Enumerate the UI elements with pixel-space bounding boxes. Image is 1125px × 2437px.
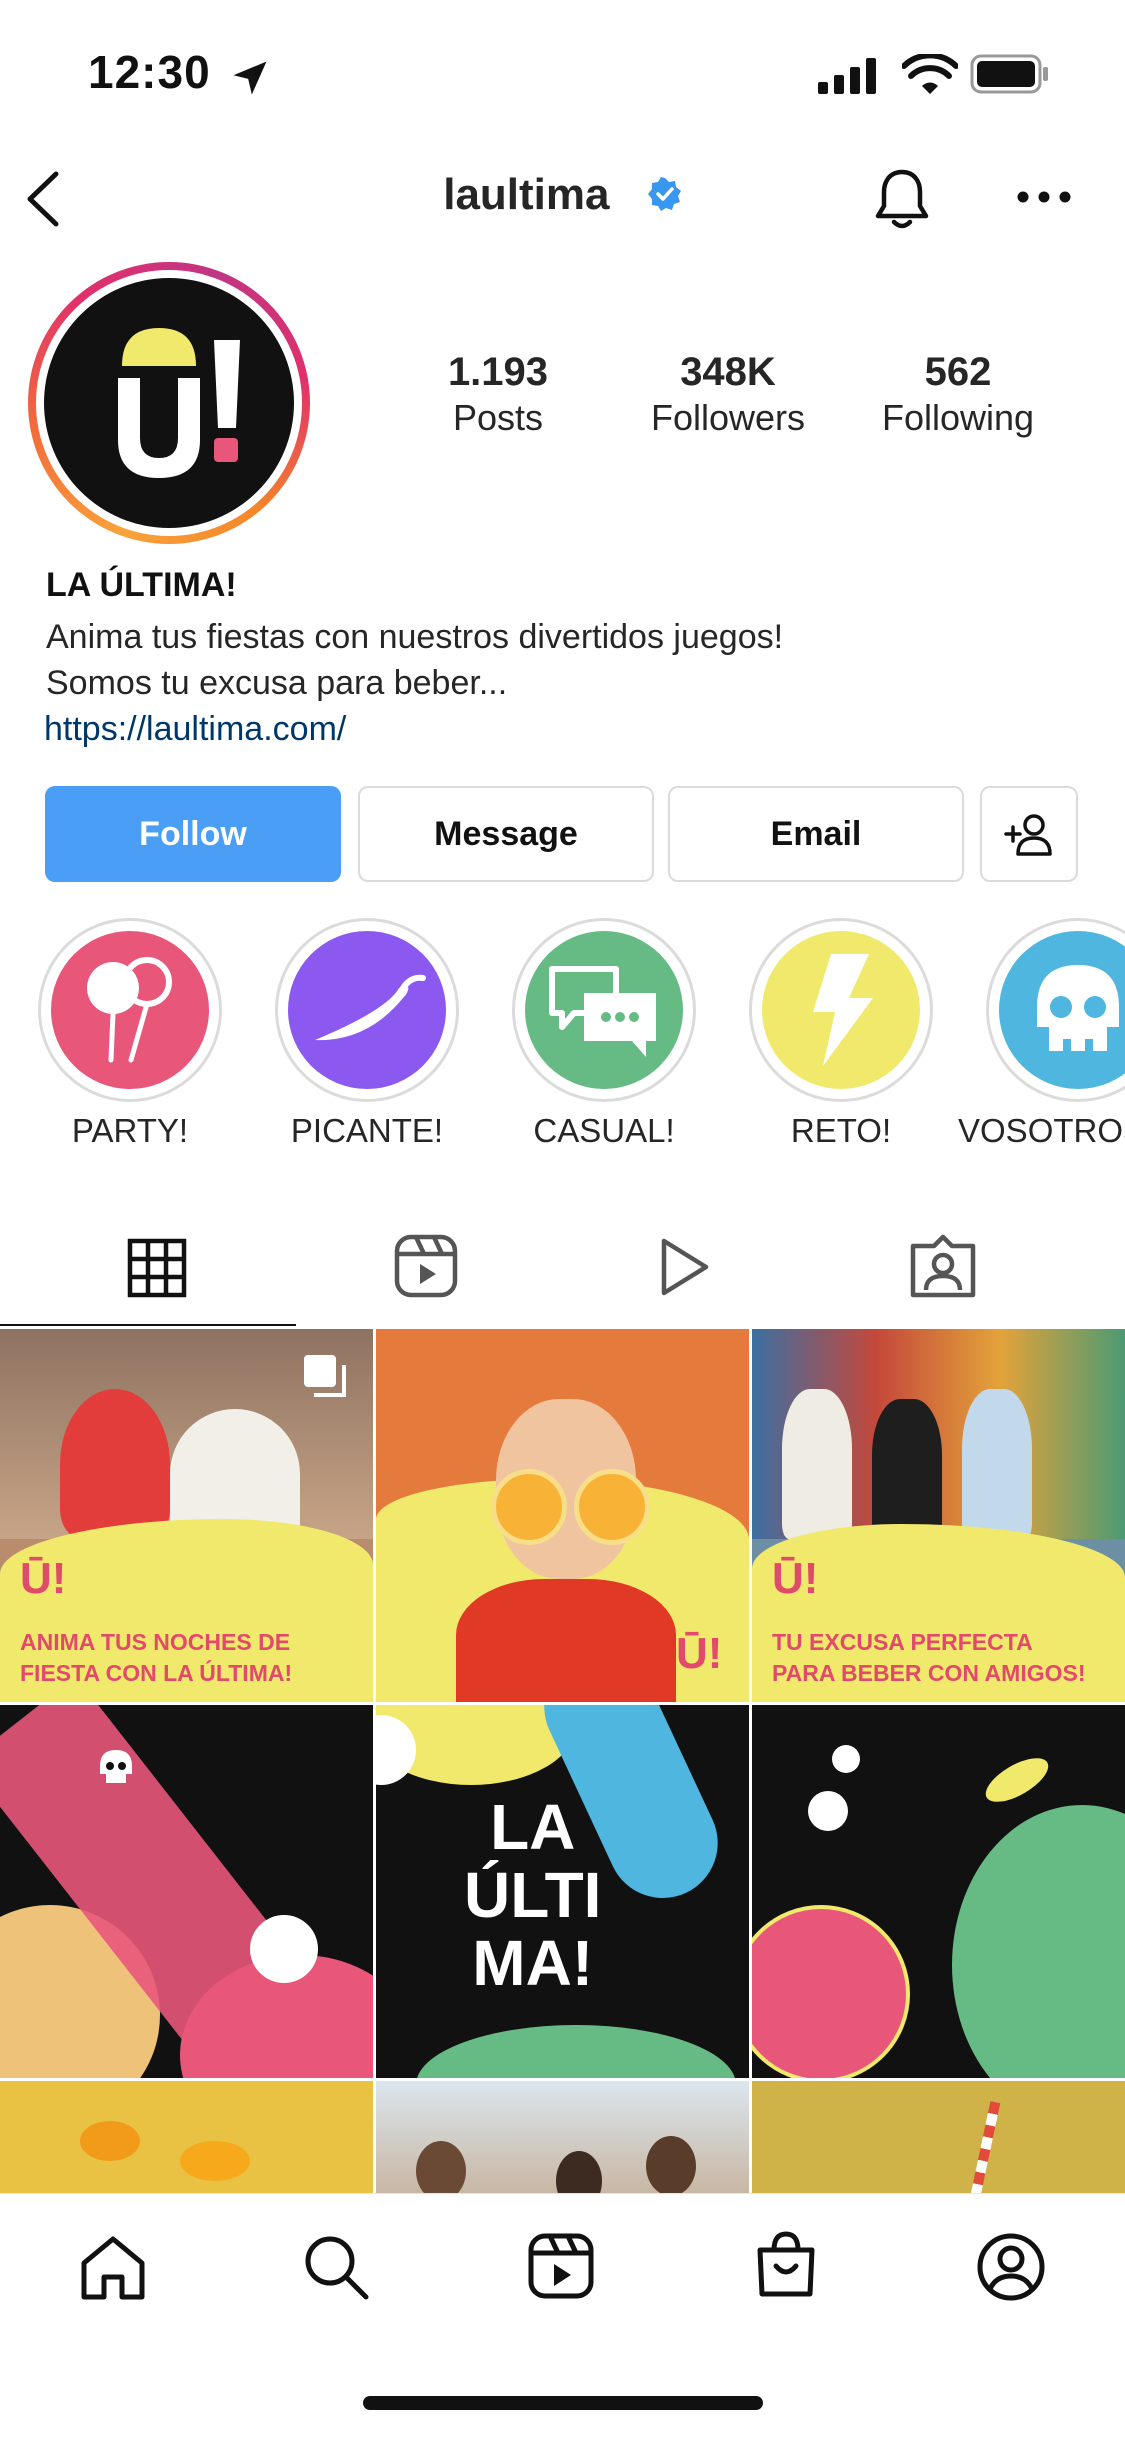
suggested-users-button[interactable]: [980, 786, 1078, 882]
profile-display-name: LA ÚLTIMA!: [46, 566, 237, 604]
orange-slice-right: [574, 1469, 650, 1545]
post-thumbnail[interactable]: [752, 1705, 1125, 2078]
shop-bag-icon[interactable]: [754, 2228, 818, 2300]
highlight-label: PARTY!: [71, 1112, 189, 1149]
orange-slice-left: [491, 1469, 567, 1545]
post-thumbnail[interactable]: [0, 1705, 373, 2078]
post-thumbnail[interactable]: LA ÚLTI MA!: [376, 1705, 749, 2078]
reels-tab-icon[interactable]: [394, 1234, 458, 1298]
followers-label: Followers: [650, 397, 806, 438]
highlight-vosotros[interactable]: [986, 918, 1125, 1102]
highlight-cover: [762, 931, 920, 1089]
highlight-label: PICANTE!: [290, 1112, 444, 1149]
post-thumbnail[interactable]: [0, 2081, 373, 2193]
highlight-label: RETO!: [790, 1112, 892, 1149]
chili-pepper-icon: [315, 974, 426, 1041]
post-logo: Ū!: [772, 1554, 819, 1603]
cellular-signal-icon: [818, 58, 876, 94]
profile-avatar[interactable]: [44, 278, 294, 528]
posts-count: 1.193: [447, 350, 549, 394]
highlight-cover: [51, 931, 209, 1089]
highlight-label: CASUAL!: [533, 1112, 675, 1149]
verified-badge-icon: [647, 177, 681, 211]
follow-button[interactable]: Follow: [45, 786, 341, 882]
search-icon[interactable]: [302, 2233, 370, 2301]
wifi-icon: [902, 54, 958, 94]
posts-label: Posts: [452, 397, 544, 438]
highlight-casual[interactable]: [512, 918, 696, 1102]
stat-following[interactable]: 562 Following: [858, 350, 1058, 439]
post-thumbnail[interactable]: Ū! TU EXCUSA PERFECTA PARA BEBER CON AMI…: [752, 1329, 1125, 1702]
highlight-party[interactable]: [38, 918, 222, 1102]
video-tab-icon[interactable]: [658, 1236, 712, 1298]
post-logo: Ū!: [676, 1629, 723, 1678]
stat-posts[interactable]: 1.193 Posts: [398, 350, 598, 439]
chat-bubbles-icon: [549, 966, 656, 1057]
battery-icon: [970, 54, 1048, 94]
skull-icon: [100, 1750, 132, 1783]
more-options-icon[interactable]: [1016, 190, 1072, 204]
post-caption: TU EXCUSA PERFECTA PARA BEBER CON AMIGOS…: [772, 1629, 1086, 1686]
bio-line: Anima tus fiestas con nuestros divertido…: [46, 618, 784, 656]
email-button[interactable]: Email: [668, 786, 964, 882]
profile-nav-icon[interactable]: [976, 2232, 1046, 2302]
profile-username: laultima: [0, 170, 1125, 220]
skull-icon: [1037, 965, 1119, 1051]
post-thumbnail[interactable]: [752, 2081, 1125, 2193]
highlight-cover: [288, 931, 446, 1089]
brand-logo-icon: [118, 328, 240, 478]
notifications-bell-icon[interactable]: [872, 166, 932, 232]
add-user-icon: [1004, 814, 1052, 856]
highlight-cover: [999, 931, 1125, 1089]
bio-line: Somos tu excusa para beber...: [46, 664, 508, 702]
balloons-icon: [87, 957, 172, 1063]
highlight-reto[interactable]: [749, 918, 933, 1102]
post-caption: ANIMA TUS NOCHES DE FIESTA CON LA ÚLTIMA…: [20, 1629, 293, 1686]
following-count: 562: [924, 350, 992, 394]
location-arrow-icon: [233, 61, 267, 95]
post-thumbnail[interactable]: Ū!: [376, 1329, 749, 1702]
post-logo-text: LA ÚLTI MA!: [464, 1791, 602, 1999]
bio-website-link[interactable]: https://laultima.com/: [44, 710, 346, 749]
home-indicator[interactable]: [363, 2396, 763, 2410]
tagged-tab-icon[interactable]: [910, 1234, 976, 1298]
post-thumbnail[interactable]: [376, 2081, 749, 2193]
following-label: Following: [881, 397, 1035, 438]
highlight-label: VOSOTROS!: [958, 1112, 1125, 1149]
stat-followers[interactable]: 348K Followers: [628, 350, 828, 439]
message-button[interactable]: Message: [358, 786, 654, 882]
post-sweater-shape: [456, 1579, 676, 1702]
status-time: 12:30: [88, 46, 211, 98]
lightning-icon: [813, 954, 873, 1066]
grid-tab-icon[interactable]: [127, 1238, 187, 1298]
post-logo: Ū!: [20, 1554, 67, 1603]
username-text: laultima: [443, 170, 610, 219]
highlight-cover: [525, 931, 683, 1089]
carousel-icon: [304, 1355, 346, 1397]
home-icon[interactable]: [78, 2233, 148, 2301]
highlight-picante[interactable]: [275, 918, 459, 1102]
grid-separator: [0, 1326, 1125, 1329]
post-thumbnail[interactable]: Ū! ANIMA TUS NOCHES DE FIESTA CON LA ÚLT…: [0, 1329, 373, 1702]
reels-nav-icon[interactable]: [528, 2233, 594, 2299]
followers-count: 348K: [680, 350, 776, 394]
